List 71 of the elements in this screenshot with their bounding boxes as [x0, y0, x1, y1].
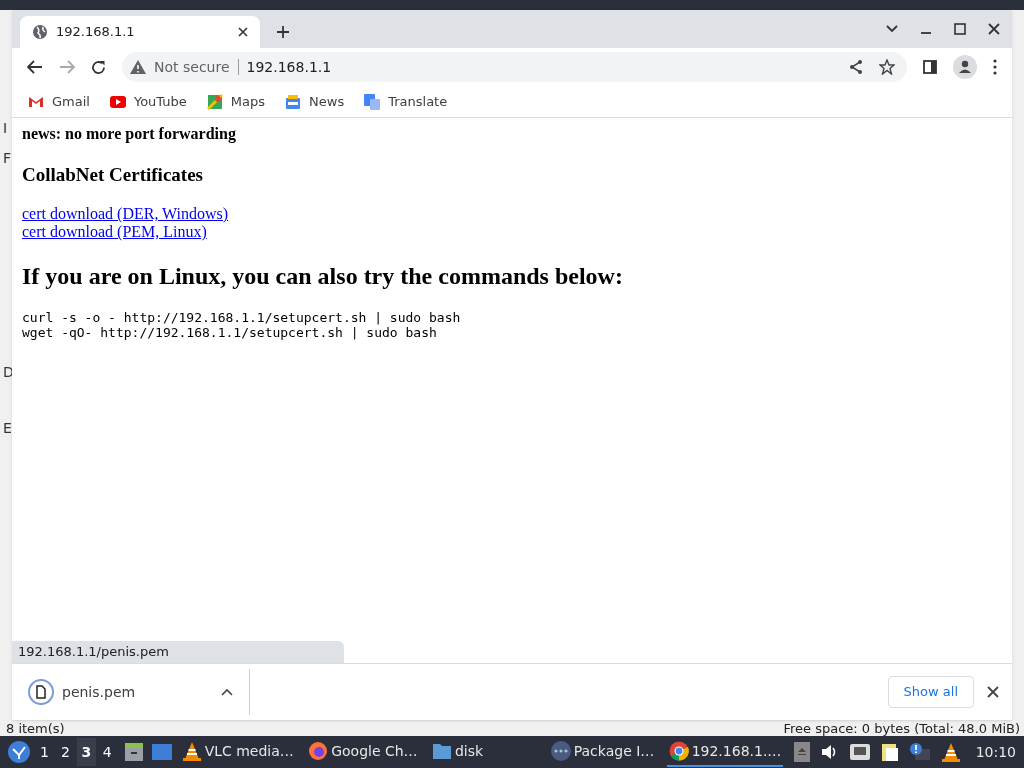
traffic-cone-icon[interactable]: [940, 742, 961, 762]
dots-icon: [550, 741, 571, 761]
section-heading: If you are on Linux, you can also try the commands below:: [22, 262, 624, 290]
news-heading: news: no more port forwarding: [22, 124, 237, 144]
browser-tab[interactable]: 192.168.1.1: [20, 16, 260, 48]
taskbar-button[interactable]: VLC media…: [179, 737, 296, 767]
back-icon[interactable]: [27, 60, 43, 74]
side-label: F: [3, 149, 12, 168]
maximize-icon[interactable]: [954, 23, 966, 35]
bookmark-item[interactable]: Translate: [362, 89, 450, 114]
map-pin-icon: [206, 93, 223, 110]
file-name: penis.pem: [62, 682, 137, 702]
forward-icon: [59, 60, 75, 74]
bookmark-item[interactable]: YouTube: [107, 89, 189, 114]
tab-title: 192.168.1.1: [56, 23, 136, 42]
news-icon: [285, 93, 302, 110]
file-icon: [28, 679, 54, 705]
taskbar-button[interactable]: disk: [429, 737, 486, 767]
start-menu-icon[interactable]: [8, 741, 30, 763]
command-line: curl -s -o - http://192.168.1.1/setupcert.sh | sudo bash: [22, 310, 462, 325]
taskbar-button[interactable]: Google Ch…: [306, 737, 420, 767]
workspace-button[interactable]: 1: [35, 738, 54, 766]
address-bar[interactable]: Not secure 192.168.1.1: [122, 52, 907, 82]
url-text: 192.168.1.1: [246, 57, 333, 77]
taskbar-button[interactable]: 192.168.1.…: [666, 737, 784, 767]
side-panel-icon[interactable]: [923, 60, 937, 74]
network-icon[interactable]: [849, 744, 870, 760]
side-label: E: [3, 419, 12, 438]
star-icon[interactable]: [879, 59, 895, 75]
status-bubble: 192.168.1.1/penis.pem: [12, 641, 344, 663]
workspace-button[interactable]: 2: [55, 738, 75, 766]
window-icon[interactable]: [151, 743, 172, 761]
workspace-button[interactable]: 4: [97, 738, 117, 766]
close-icon[interactable]: [238, 27, 248, 37]
close-icon[interactable]: [987, 686, 999, 698]
notification-icon[interactable]: [909, 743, 930, 761]
clipboard-icon[interactable]: [880, 742, 899, 762]
reload-icon[interactable]: [91, 59, 106, 75]
download-link[interactable]: cert download (PEM, Linux): [22, 223, 207, 241]
workspace-button[interactable]: 3: [76, 738, 96, 766]
globe-icon: [32, 24, 48, 40]
status-text: 8 item(s): [6, 721, 65, 736]
folder-icon: [431, 741, 452, 761]
section-heading: CollabNet Certificates: [22, 164, 204, 186]
close-icon[interactable]: [988, 23, 1000, 35]
profile-icon[interactable]: [953, 55, 977, 79]
chevron-down-icon[interactable]: [886, 25, 898, 33]
show-all-button[interactable]: Show all: [887, 676, 974, 708]
new-tab-icon[interactable]: [276, 25, 290, 39]
warning-icon: [130, 60, 146, 74]
traffic-cone-icon: [181, 741, 202, 761]
eject-icon[interactable]: [793, 742, 810, 762]
download-link[interactable]: cert download (DER, Windows): [22, 205, 229, 223]
chrome-icon: [668, 741, 689, 761]
security-label: Not secure: [154, 57, 230, 77]
bookmark-item[interactable]: Gmail: [26, 89, 92, 114]
chevron-up-icon[interactable]: [221, 688, 233, 696]
side-label: I: [3, 119, 8, 138]
taskbar-button[interactable]: Package I…: [548, 737, 657, 767]
bookmark-item[interactable]: Maps: [204, 89, 268, 114]
file-cabinet-icon[interactable]: [123, 742, 144, 762]
clock: 10:10: [975, 742, 1016, 762]
translate-icon: [364, 93, 381, 110]
command-line: wget -qO- http://192.168.1.1/setupcert.sh | sudo bash: [22, 325, 438, 340]
bookmark-item[interactable]: News: [283, 89, 347, 114]
play-icon: [109, 93, 126, 110]
share-icon[interactable]: [849, 60, 863, 74]
menu-icon[interactable]: [993, 59, 997, 75]
fox-globe-icon: [308, 741, 329, 761]
status-text: Free space: 0 bytes (Total: 48.0 MiB): [783, 721, 1020, 736]
download-item[interactable]: penis.pem: [12, 669, 250, 715]
